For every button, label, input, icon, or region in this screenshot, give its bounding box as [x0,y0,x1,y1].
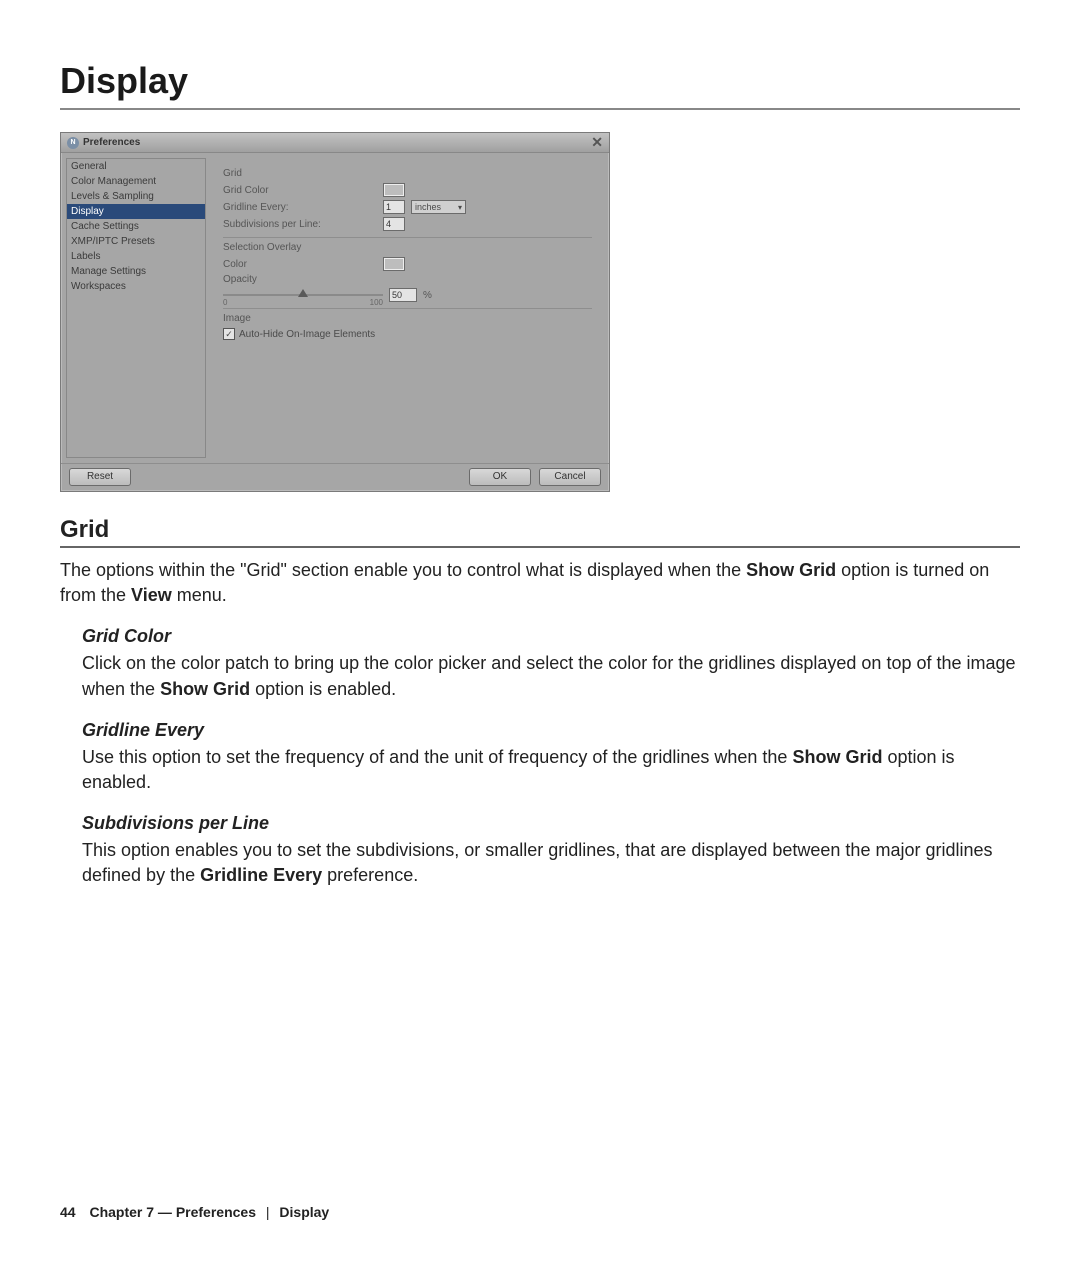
preferences-sidebar: General Color Management Levels & Sampli… [66,158,206,458]
sidebar-item-general[interactable]: General [67,159,205,174]
page-title: Display [60,60,1020,102]
dialog-title: Preferences [83,137,140,148]
chevron-down-icon: ▾ [458,203,462,212]
image-section-title: Image [223,313,592,324]
section-heading-grid: Grid [60,516,1020,548]
opacity-input[interactable] [389,288,417,302]
slider-handle-icon[interactable] [298,289,308,297]
subheading-grid-color: Grid Color [82,626,1020,647]
overlay-section-title: Selection Overlay [223,242,592,253]
subdivisions-input[interactable] [383,217,405,231]
footer-chapter: Chapter 7 — Preferences [89,1204,256,1220]
cancel-button[interactable]: Cancel [539,468,601,486]
app-icon: N [67,137,79,149]
reset-button[interactable]: Reset [69,468,131,486]
grid-section-title: Grid [223,168,592,179]
opacity-slider[interactable]: 0 100 [223,289,383,301]
subdivisions-paragraph: This option enables you to set the subdi… [82,838,1020,888]
sidebar-item-levels-sampling[interactable]: Levels & Sampling [67,189,205,204]
overlay-color-label: Color [223,259,383,270]
subheading-subdivisions: Subdivisions per Line [82,813,1020,834]
sidebar-item-display[interactable]: Display [67,204,205,219]
dialog-footer: Reset OK Cancel [61,463,609,491]
grid-color-swatch[interactable] [383,183,405,197]
sidebar-item-xmp-iptc[interactable]: XMP/IPTC Presets [67,234,205,249]
overlay-color-swatch[interactable] [383,257,405,271]
preferences-main-panel: Grid Grid Color Gridline Every: inches ▾… [211,158,604,458]
grid-color-paragraph: Click on the color patch to bring up the… [82,651,1020,701]
selection-overlay-section: Selection Overlay Color Opacity 0 100 % [223,237,592,302]
sidebar-item-cache-settings[interactable]: Cache Settings [67,219,205,234]
sidebar-item-manage-settings[interactable]: Manage Settings [67,264,205,279]
title-rule [60,108,1020,110]
percent-label: % [423,290,432,301]
subdivisions-label: Subdivisions per Line: [223,219,383,230]
footer-section: Display [279,1204,329,1220]
opacity-label: Opacity [223,274,592,285]
page-footer: 44 Chapter 7 — Preferences | Display [60,1204,329,1220]
gridline-every-paragraph: Use this option to set the frequency of … [82,745,1020,795]
gridline-every-label: Gridline Every: [223,202,383,213]
gridline-every-input[interactable] [383,200,405,214]
grid-color-label: Grid Color [223,185,383,196]
subheading-gridline-every: Gridline Every [82,720,1020,741]
image-section: Image ✓ Auto-Hide On-Image Elements [223,308,592,340]
sidebar-item-workspaces[interactable]: Workspaces [67,279,205,294]
sidebar-item-labels[interactable]: Labels [67,249,205,264]
sidebar-item-color-management[interactable]: Color Management [67,174,205,189]
gridline-unit-value: inches [415,202,441,212]
page-number: 44 [60,1204,76,1220]
preferences-dialog: N Preferences ✕ General Color Management… [60,132,610,492]
titlebar: N Preferences ✕ [61,133,609,153]
checkbox-icon[interactable]: ✓ [223,328,235,340]
slider-max: 100 [370,298,383,307]
ok-button[interactable]: OK [469,468,531,486]
dialog-body: General Color Management Levels & Sampli… [61,153,609,463]
autohide-label: Auto-Hide On-Image Elements [239,329,375,340]
close-icon[interactable]: ✕ [591,134,603,151]
grid-intro-paragraph: The options within the "Grid" section en… [60,558,1020,608]
slider-min: 0 [223,298,227,307]
grid-section: Grid Grid Color Gridline Every: inches ▾… [223,168,592,231]
gridline-unit-dropdown[interactable]: inches ▾ [411,200,466,214]
autohide-checkbox-row[interactable]: ✓ Auto-Hide On-Image Elements [223,328,375,340]
